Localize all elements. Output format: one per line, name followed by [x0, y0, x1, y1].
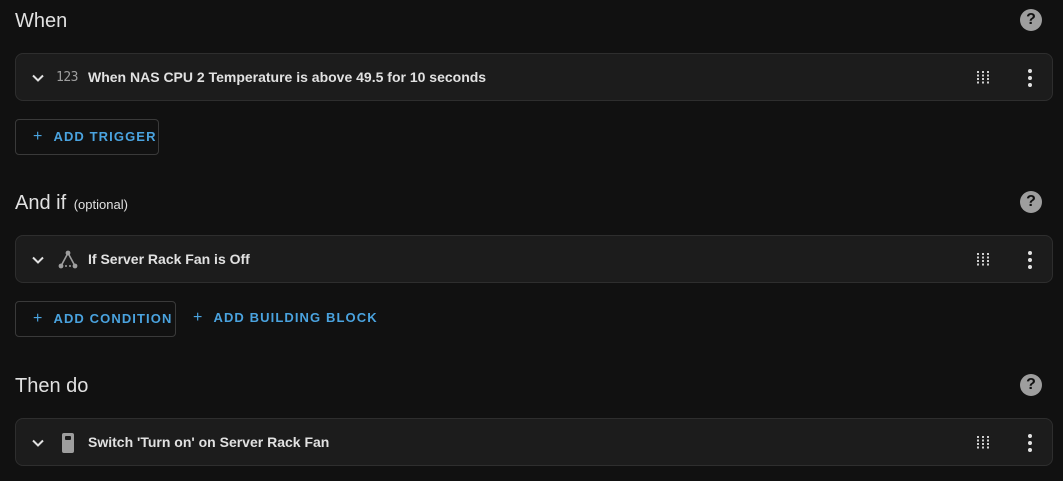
add-trigger-button[interactable]: + ADD TRIGGER: [15, 119, 159, 155]
trigger-label[interactable]: When NAS CPU 2 Temperature is above 49.5…: [88, 68, 486, 86]
add-condition-label: ADD CONDITION: [53, 311, 173, 326]
chevron-down-icon[interactable]: [28, 250, 48, 270]
more-vertical-icon[interactable]: [1020, 66, 1040, 90]
state-condition-icon: [58, 250, 78, 269]
plus-icon: +: [193, 309, 204, 326]
condition-card[interactable]: If Server Rack Fan is Off: [15, 235, 1053, 283]
drag-handle-icon[interactable]: [976, 435, 990, 449]
numeric-state-icon: 123: [56, 70, 78, 85]
when-title: When: [15, 10, 68, 32]
more-vertical-icon[interactable]: [1020, 431, 1040, 455]
trigger-card[interactable]: 123 When NAS CPU 2 Temperature is above …: [15, 53, 1053, 101]
more-vertical-icon[interactable]: [1020, 248, 1040, 272]
chevron-down-icon[interactable]: [28, 433, 48, 453]
help-circle-icon[interactable]: ?: [1020, 374, 1042, 396]
help-circle-icon[interactable]: ?: [1020, 9, 1042, 31]
optional-label: (optional): [73, 197, 128, 212]
automation-editor: When ? 123 When NAS CPU 2 Temperature is…: [0, 0, 1063, 481]
and-if-section-title: And if (optional): [15, 191, 128, 217]
drag-handle-icon[interactable]: [976, 70, 990, 84]
switch-icon: [62, 433, 74, 453]
action-card[interactable]: Switch 'Turn on' on Server Rack Fan: [15, 418, 1053, 466]
chevron-down-icon[interactable]: [28, 68, 48, 88]
add-building-block-button[interactable]: + ADD BUILDING BLOCK: [193, 301, 378, 337]
and-if-title: And if: [15, 192, 67, 214]
drag-handle-icon[interactable]: [976, 252, 990, 266]
add-condition-button[interactable]: + ADD CONDITION: [15, 301, 176, 337]
when-section-title: When: [15, 9, 67, 33]
help-circle-icon[interactable]: ?: [1020, 191, 1042, 213]
condition-label[interactable]: If Server Rack Fan is Off: [88, 250, 250, 268]
action-label[interactable]: Switch 'Turn on' on Server Rack Fan: [88, 433, 329, 451]
then-do-title: Then do: [15, 375, 89, 397]
then-do-section-title: Then do: [15, 374, 88, 398]
add-trigger-label: ADD TRIGGER: [53, 129, 157, 144]
plus-icon: +: [33, 310, 44, 327]
add-building-block-label: ADD BUILDING BLOCK: [213, 310, 378, 325]
plus-icon: +: [33, 128, 44, 145]
